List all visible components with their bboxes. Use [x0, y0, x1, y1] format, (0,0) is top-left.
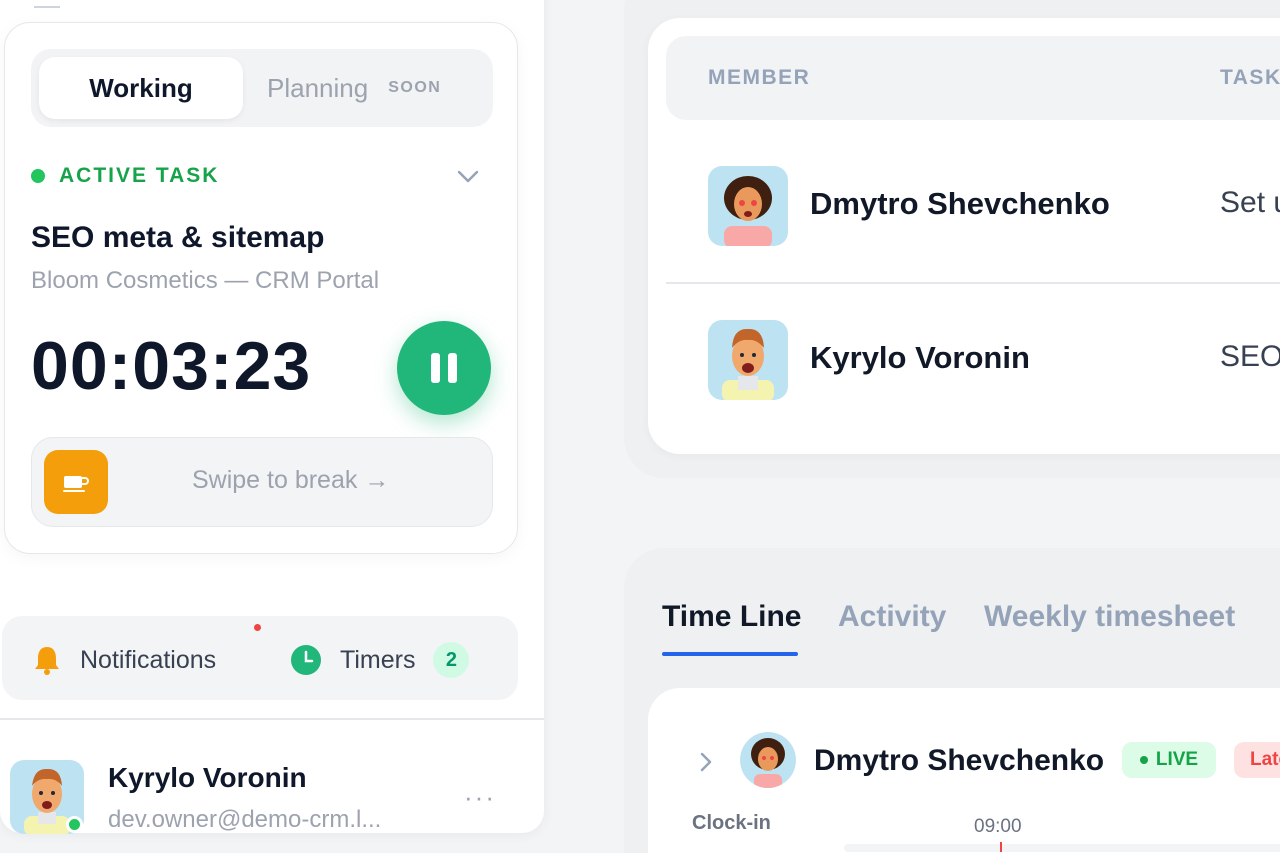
table-row[interactable]: Dmytro Shevchenko Set u [666, 148, 1280, 298]
swipe-label: Swipe to break → [192, 466, 390, 494]
table-header: MEMBER TASK [666, 36, 1280, 120]
planning-mode-label: Planning [267, 72, 369, 103]
chevron-right-icon[interactable] [696, 750, 716, 774]
current-time-marker [1000, 842, 1002, 852]
bell-icon [35, 647, 59, 675]
notifications-button[interactable]: Notifications [32, 640, 216, 680]
pause-button[interactable] [397, 321, 491, 415]
chevron-down-icon[interactable] [455, 163, 481, 189]
avatar [740, 732, 796, 788]
live-label: LIVE [1155, 749, 1199, 770]
task-project: Bloom Cosmetics — CRM Portal [31, 267, 380, 294]
working-mode-label: Working [89, 72, 193, 103]
notifications-bar: Notifications Timers 2 [2, 616, 518, 700]
divider [0, 718, 544, 720]
timers-count-badge: 2 [433, 642, 470, 678]
planning-mode-button[interactable]: Planning SOON [267, 57, 477, 119]
member-task: Set u [1220, 186, 1280, 219]
timeline-card: Dmytro Shevchenko LIVE Late Clock-in 09:… [648, 688, 1280, 853]
task-title: SEO meta & sitemap [31, 221, 325, 254]
avatar [708, 166, 788, 246]
timer-card: Working Planning SOON ACTIVE TASK SEO me… [4, 22, 518, 554]
mode-switch: Working Planning SOON [31, 49, 493, 127]
timeline-member-name: Dmytro Shevchenko [814, 744, 1105, 777]
late-label: Late [1250, 749, 1280, 770]
active-task-label: ACTIVE TASK [59, 164, 220, 187]
hour-label: 09:00 [974, 816, 1022, 837]
tab-time-line[interactable]: Time Line [662, 600, 801, 634]
row-divider [666, 282, 1280, 284]
pause-icon [431, 353, 440, 383]
user-name: Kyrylo Voronin [108, 762, 307, 793]
tab-activity[interactable]: Activity [838, 600, 946, 634]
tab-weekly-timesheet[interactable]: Weekly timesheet [984, 600, 1235, 634]
timers-label: Timers [340, 645, 416, 674]
user-email: dev.owner@demo-crm.l... [108, 806, 382, 833]
coffee-icon [63, 476, 89, 492]
menu-glyph-icon [34, 0, 60, 8]
elapsed-time: 00:03:23 [31, 328, 312, 404]
current-user[interactable]: Kyrylo Voronin dev.owner@demo-crm.l... ·… [10, 760, 530, 840]
swipe-to-break-slider[interactable]: Swipe to break → [31, 437, 493, 527]
timers-button[interactable]: Timers 2 [290, 640, 470, 680]
online-status-dot [66, 816, 83, 833]
member-name: Dmytro Shevchenko [810, 186, 1110, 221]
members-table: MEMBER TASK Dmytro Shevchenko Set u [648, 18, 1280, 454]
member-name: Kyrylo Voronin [810, 340, 1030, 375]
unread-indicator [252, 622, 263, 633]
column-task[interactable]: TASK [1220, 66, 1280, 90]
clock-icon [291, 645, 321, 675]
working-mode-button[interactable]: Working [39, 57, 243, 119]
notifications-label: Notifications [80, 645, 217, 674]
live-dot [1139, 756, 1148, 764]
table-row[interactable]: Kyrylo Voronin SEO [666, 302, 1280, 452]
timeline-track [844, 844, 1280, 852]
clock-in-label: Clock-in [692, 812, 771, 834]
active-task-header: ACTIVE TASK [31, 161, 481, 191]
column-member[interactable]: MEMBER [708, 66, 810, 90]
active-tab-underline [662, 652, 798, 656]
live-badge: LIVE [1122, 742, 1216, 778]
active-status-dot [31, 169, 45, 183]
late-badge: Late [1234, 742, 1280, 778]
break-handle[interactable] [44, 450, 108, 514]
member-task: SEO [1220, 340, 1280, 373]
avatar [708, 320, 788, 400]
soon-badge: SOON [388, 79, 442, 96]
more-icon[interactable]: ··· [464, 782, 496, 813]
